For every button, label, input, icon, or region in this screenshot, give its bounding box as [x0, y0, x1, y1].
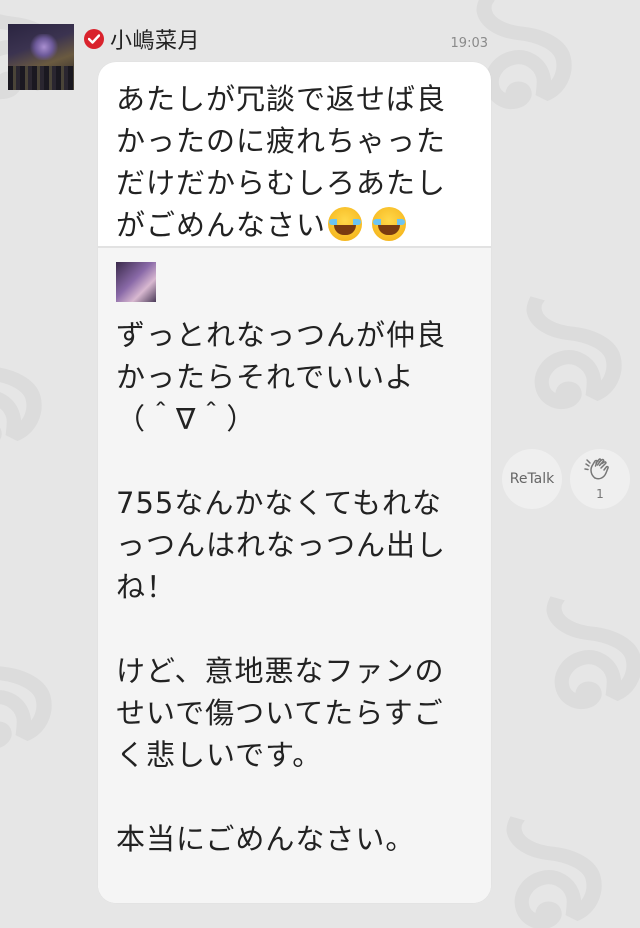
sender-header: 小嶋菜月: [84, 24, 200, 54]
quoted-user-avatar[interactable]: [116, 262, 156, 302]
sender-avatar[interactable]: [8, 24, 74, 90]
message-text: あたしが冗談で返せば良 かったのに疲れちゃった だけだからむしろあたし がごめん…: [98, 62, 491, 246]
quoted-message[interactable]: ずっとれなっつんが仲良 かったらそれでいいよ （＾∇＾） 755なんかなくてもれ…: [98, 248, 491, 903]
avatar-crowd: [8, 66, 74, 90]
verified-check-icon: [84, 29, 104, 49]
message-line: あたしが冗談で返せば良: [116, 82, 447, 116]
retalk-button[interactable]: ReTalk: [502, 449, 562, 509]
background-logo-mark: ঌ: [0, 276, 65, 494]
avatar-stage-light: [30, 34, 58, 60]
clap-icon: [583, 457, 617, 485]
message-line-text: がごめんなさい: [116, 208, 327, 242]
message-bubble[interactable]: あたしが冗談で返せば良 かったのに疲れちゃった だけだからむしろあたし がごめん…: [98, 62, 491, 903]
clap-count: 1: [596, 487, 604, 501]
sender-name[interactable]: 小嶋菜月: [110, 23, 200, 55]
message-line: がごめんなさい: [116, 204, 473, 246]
background-logo-mark: ঌ: [497, 236, 640, 454]
face-with-tears-of-joy-icon: [328, 207, 363, 241]
background-logo-mark: ঌ: [517, 536, 640, 754]
background-logo-mark: ঌ: [0, 576, 75, 794]
quoted-message-text: ずっとれなっつんが仲良 かったらそれでいいよ （＾∇＾） 755なんかなくてもれ…: [116, 318, 447, 856]
message-line: かったのに疲れちゃった: [116, 124, 447, 158]
clap-button[interactable]: 1: [570, 449, 630, 509]
message-line: だけだからむしろあたし: [116, 166, 447, 200]
message-time: 19:03: [450, 36, 488, 51]
background-logo-mark: ঌ: [477, 756, 625, 928]
retalk-label: ReTalk: [509, 471, 555, 487]
face-with-tears-of-joy-icon: [372, 207, 407, 241]
